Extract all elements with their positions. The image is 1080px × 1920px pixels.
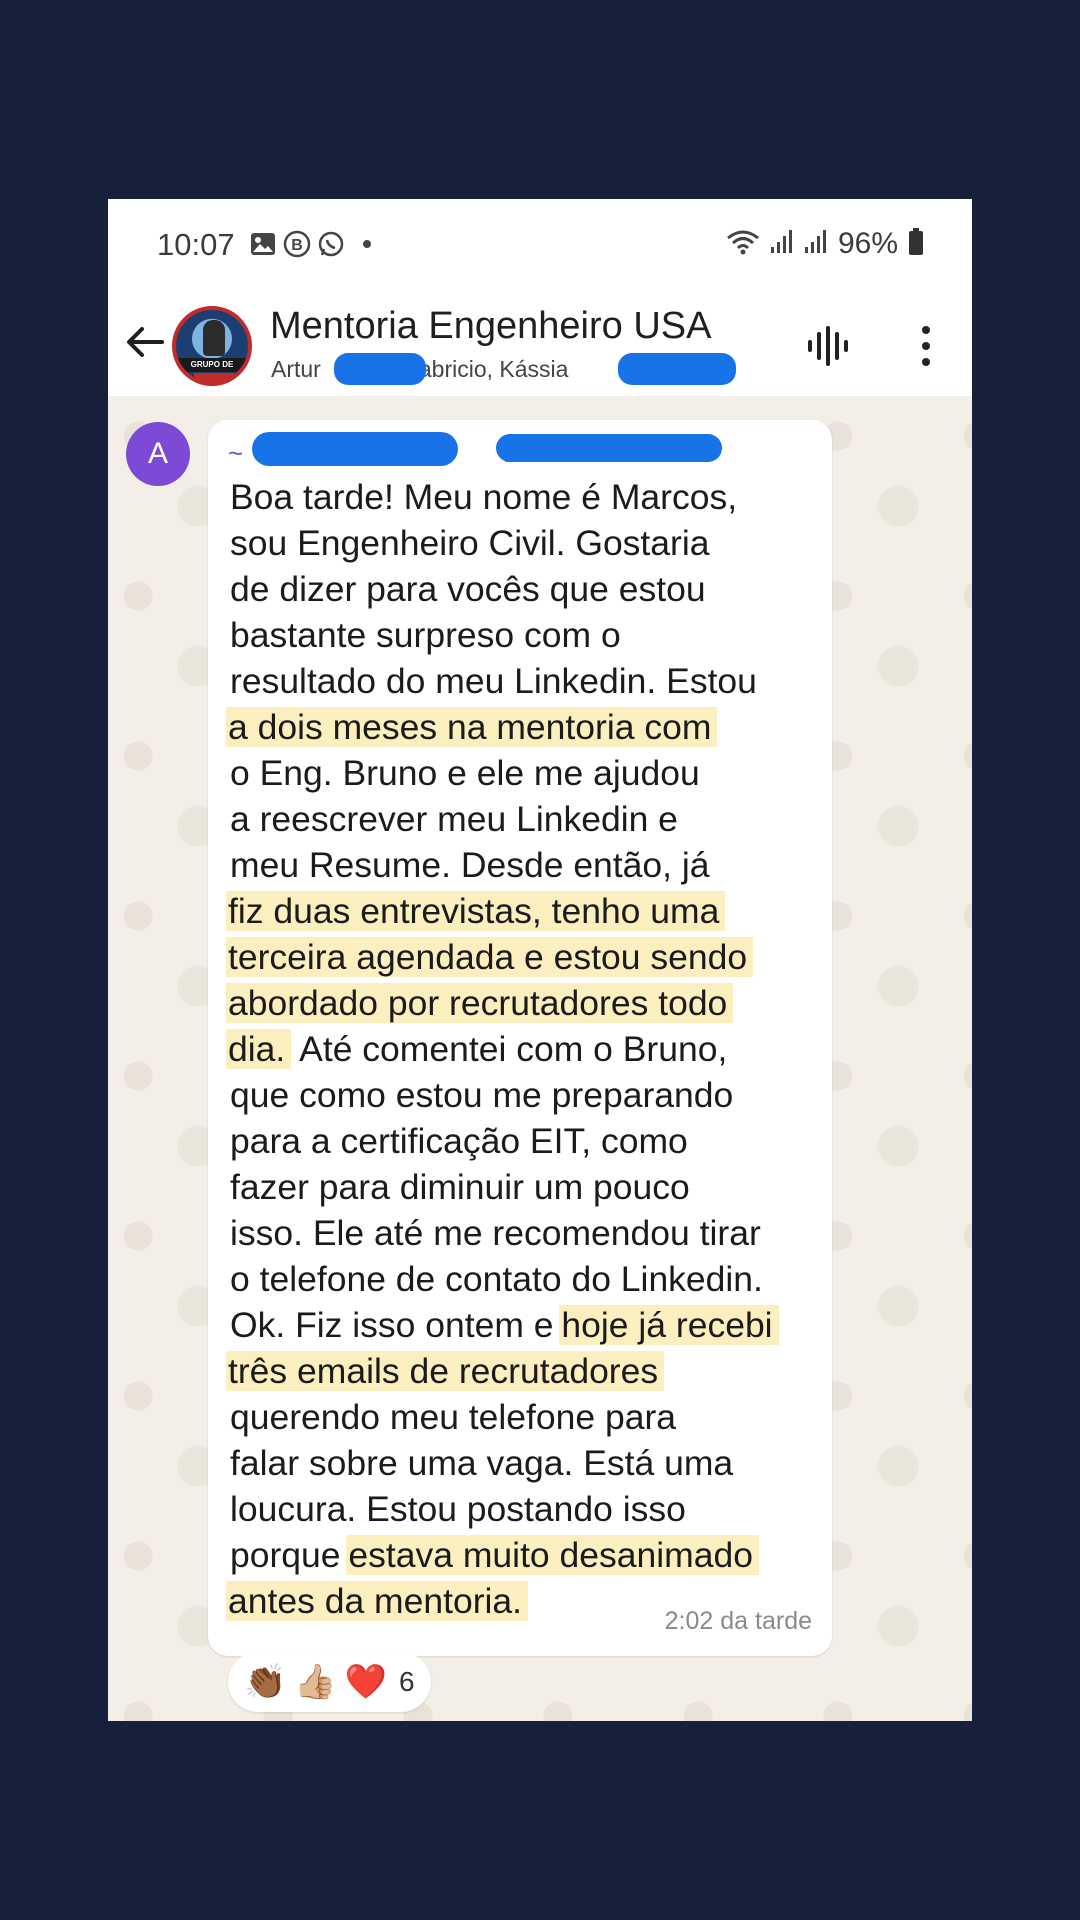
message-segment: de dizer para vocês que estou (230, 569, 706, 609)
member-names: Fabricio, Kássia (404, 356, 569, 382)
message-line: o Eng. Bruno e ele me ajudou (230, 750, 830, 796)
message-line: falar sobre uma vaga. Está uma (230, 1440, 830, 1486)
status-time: 10:07 (157, 227, 235, 262)
message-line: sou Engenheiro Civil. Gostaria (230, 520, 830, 566)
message-line: isso. Ele até me recomendou tirar (230, 1210, 830, 1256)
message-line: a dois meses na mentoria com (226, 704, 830, 750)
chat-area[interactable]: A ~.. Boa tarde! Meu nome é Marcos,sou E… (108, 396, 972, 1721)
message-line: para a certificação EIT, como (230, 1118, 830, 1164)
message-line: loucura. Estou postando isso (230, 1486, 830, 1532)
more-options-button[interactable] (914, 323, 938, 369)
message-time: 2:02 da tarde (664, 1607, 812, 1635)
message-segment: que como estou me preparando (230, 1075, 734, 1115)
wifi-icon (726, 228, 760, 261)
message-line: meu Resume. Desde então, já (230, 842, 830, 888)
message-line: querendo meu telefone para (230, 1394, 830, 1440)
reaction-clap-icon: 👏🏾 (244, 1663, 287, 1701)
message-segment: loucura. Estou postando isso (230, 1489, 686, 1529)
message-line: resultado do meu Linkedin. Estou (230, 658, 830, 704)
message-segment: a reescrever meu Linkedin e (230, 799, 678, 839)
message-line: a reescrever meu Linkedin e (230, 796, 830, 842)
message-line: Ok. Fiz isso ontem e hoje já recebi (230, 1302, 830, 1348)
message-line: terceira agendada e estou sendo (226, 934, 830, 980)
message-line: abordado por recrutadores todo (226, 980, 830, 1026)
more-notifications-dot (363, 240, 371, 248)
message-segment: fazer para diminuir um pouco (230, 1167, 690, 1207)
notification-icons: B (249, 230, 371, 258)
message-segment: querendo meu telefone para (230, 1397, 677, 1437)
gallery-icon (249, 230, 277, 258)
battery-icon (908, 227, 924, 261)
sender-avatar[interactable]: A (126, 422, 190, 486)
reaction-thumbs-up-icon: 👍🏼 (294, 1663, 337, 1701)
avatar-banner: GRUPO DE ALUNOS (176, 358, 248, 382)
highlighted-text: antes da mentoria. (226, 1581, 529, 1621)
highlighted-text: a dois meses na mentoria com (226, 707, 718, 747)
message-text: Boa tarde! Meu nome é Marcos, sou Engenhe… (226, 474, 830, 1624)
status-bar: 10:07 B 96% (108, 199, 972, 295)
redaction-mark (252, 432, 458, 466)
message-segment: meu Resume. Desde então, já (230, 845, 710, 885)
message-line: porque estava muito desanimado (230, 1532, 830, 1578)
message-line: dia. Até comentei com o Bruno, (226, 1026, 830, 1072)
whatsapp-icon (317, 230, 345, 258)
member-name: Artur (271, 356, 321, 382)
message-segment: Ok. Fiz isso ontem e (230, 1305, 564, 1345)
message-segment: para a certificação EIT, como (230, 1121, 688, 1161)
avatar-redbar (194, 373, 234, 382)
message-line: fiz duas entrevistas, tenho uma (226, 888, 830, 934)
voice-call-button[interactable] (805, 323, 851, 369)
message-segment: porque (230, 1535, 351, 1575)
chat-title[interactable]: Mentoria Engenheiro USA (270, 305, 711, 348)
message-line: Boa tarde! Meu nome é Marcos, (230, 474, 830, 520)
message-line: o telefone de contato do Linkedin. (230, 1256, 830, 1302)
reactions-bar[interactable]: 👏🏾 👍🏼 ❤️ 6 (228, 1652, 431, 1712)
message-bubble[interactable]: ~.. Boa tarde! Meu nome é Marcos,sou Eng… (208, 420, 832, 1656)
signal-icon (804, 229, 828, 260)
message-segment: o Eng. Bruno e ele me ajudou (230, 753, 700, 793)
message-segment: resultado do meu Linkedin. Estou (230, 661, 757, 701)
chat-header: GRUPO DE ALUNOS Mentoria Engenheiro USA … (108, 295, 972, 396)
battery-percent: 96% (837, 227, 898, 260)
message-line: que como estou me preparando (230, 1072, 830, 1118)
message-segment: o telefone de contato do Linkedin. (230, 1259, 763, 1299)
system-status: 96% (726, 227, 924, 261)
message-segment: Boa tarde! Meu nome é Marcos, (230, 477, 738, 517)
highlighted-text: três emails de recrutadores (226, 1351, 665, 1391)
avatar-person (203, 320, 225, 356)
highlighted-text: hoje já recebi (559, 1305, 779, 1345)
message-segment: falar sobre uma vaga. Está uma (230, 1443, 734, 1483)
phone-screen: 10:07 B 96% GRUPO DE Mentoria Engenheiro… (108, 199, 972, 1721)
reaction-count: 6 (399, 1666, 415, 1697)
b-badge-icon: B (283, 230, 311, 258)
audio-waveform-icon (808, 326, 848, 366)
redaction-mark (618, 353, 736, 385)
highlighted-text: abordado por recrutadores todo (226, 983, 734, 1023)
highlighted-text: dia. (226, 1029, 292, 1069)
sender-prefix: ~ (228, 438, 244, 468)
highlighted-text: estava muito desanimado (346, 1535, 759, 1575)
message-segment: bastante surpreso com o (230, 615, 621, 655)
message-line: fazer para diminuir um pouco (230, 1164, 830, 1210)
message-segment: isso. Ele até me recomendou tirar (230, 1213, 761, 1253)
redaction-mark (496, 434, 722, 462)
arrow-left-icon (127, 327, 164, 357)
signal-icon (770, 229, 794, 260)
highlighted-text: terceira agendada e estou sendo (226, 937, 754, 977)
svg-text:B: B (291, 237, 303, 254)
message-line: três emails de recrutadores (226, 1348, 830, 1394)
reaction-heart-icon: ❤️ (344, 1663, 388, 1701)
message-line: de dizer para vocês que estou (230, 566, 830, 612)
redaction-mark (334, 353, 426, 385)
group-avatar[interactable]: GRUPO DE ALUNOS (172, 306, 252, 386)
message-segment: Até comentei com o Bruno, (291, 1029, 728, 1069)
message-segment: sou Engenheiro Civil. Gostaria (230, 523, 710, 563)
more-vert-icon (922, 326, 930, 366)
message-line: bastante surpreso com o (230, 612, 830, 658)
highlighted-text: fiz duas entrevistas, tenho uma (226, 891, 726, 931)
back-button[interactable] (122, 319, 168, 365)
